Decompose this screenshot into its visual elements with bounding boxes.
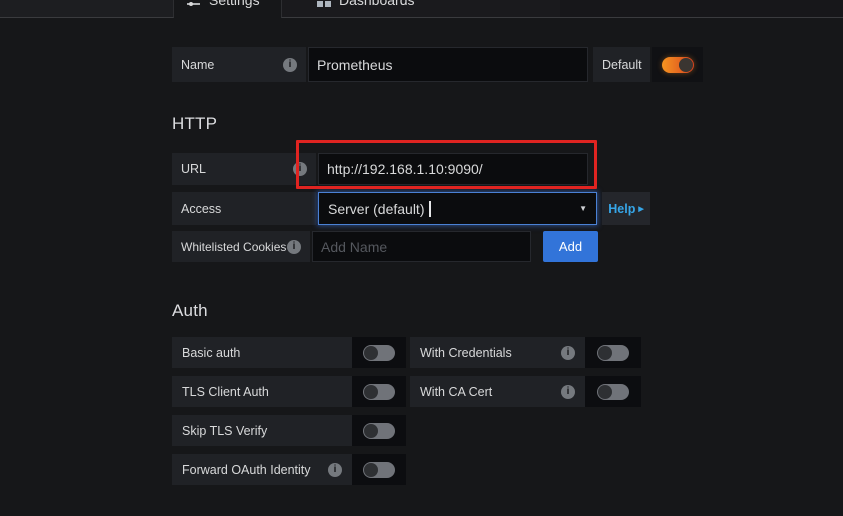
tls-client-auth-label: TLS Client Auth — [172, 376, 352, 407]
skip-tls-verify-toggle[interactable] — [352, 415, 406, 446]
access-field-label: Access — [172, 192, 316, 225]
whitelisted-cookies-input[interactable] — [312, 231, 531, 262]
http-section-heading: HTTP — [172, 114, 218, 133]
skip-tls-verify-label: Skip TLS Verify — [172, 415, 352, 446]
tab-strip-left-pad — [0, 0, 174, 18]
with-ca-cert-toggle[interactable] — [585, 376, 641, 407]
apps-icon — [317, 1, 331, 7]
name-field-label: Name i — [172, 47, 306, 82]
toggle-off-pill[interactable] — [363, 344, 395, 361]
toggle-knob — [598, 384, 612, 399]
with-ca-cert-label: With CA Cert i — [410, 376, 585, 407]
tab-settings-label: Settings — [209, 0, 260, 8]
chevron-down-icon: ▼ — [579, 204, 587, 213]
info-icon[interactable]: i — [293, 162, 307, 176]
default-toggle[interactable] — [652, 47, 703, 82]
sliders-icon — [187, 1, 200, 6]
tab-dashboards-label: Dashboards — [339, 0, 415, 8]
toggle-knob — [364, 384, 378, 399]
tab-settings[interactable]: Settings — [174, 0, 281, 18]
toggle-off-pill[interactable] — [597, 383, 629, 400]
info-icon[interactable]: i — [328, 462, 342, 477]
url-field-label: URL i — [172, 153, 316, 185]
default-label: Default — [593, 47, 650, 82]
name-input[interactable] — [308, 47, 588, 82]
access-select[interactable]: Server (default) ▼ — [318, 192, 597, 225]
info-icon[interactable]: i — [561, 345, 575, 360]
tab-dashboards[interactable]: Dashboards — [281, 0, 560, 18]
toggle-knob — [364, 423, 378, 438]
toggle-knob — [678, 57, 693, 72]
access-select-value: Server (default) — [328, 200, 425, 217]
with-credentials-label: With Credentials i — [410, 337, 585, 368]
info-icon[interactable]: i — [283, 57, 297, 72]
toggle-knob — [364, 462, 378, 477]
toggle-off-pill[interactable] — [363, 422, 395, 439]
toggle-off-pill[interactable] — [597, 344, 629, 361]
toggle-off-pill[interactable] — [363, 383, 395, 400]
basic-auth-label: Basic auth — [172, 337, 352, 368]
forward-oauth-identity-label: Forward OAuth Identity i — [172, 454, 352, 485]
toggle-knob — [364, 345, 378, 360]
tab-strip-right-pad — [560, 0, 843, 18]
grafana-datasource-settings-page: Settings Dashboards Name i Default HTTP … — [0, 0, 843, 516]
info-icon[interactable]: i — [287, 239, 301, 254]
info-icon[interactable]: i — [561, 384, 575, 399]
url-input[interactable] — [318, 153, 588, 185]
toggle-knob — [598, 345, 612, 360]
help-button[interactable]: Help ▶ — [602, 192, 650, 225]
tls-client-auth-toggle[interactable] — [352, 376, 406, 407]
help-arrow-icon: ▶ — [638, 206, 644, 213]
toggle-off-pill[interactable] — [363, 461, 395, 478]
add-button[interactable]: Add — [543, 231, 598, 262]
with-credentials-toggle[interactable] — [585, 337, 641, 368]
auth-section-heading: Auth — [172, 301, 208, 320]
toggle-on-pill[interactable] — [661, 56, 694, 73]
forward-oauth-identity-toggle[interactable] — [352, 454, 406, 485]
text-cursor — [429, 200, 431, 217]
whitelisted-cookies-label: Whitelisted Cookies i — [172, 231, 310, 262]
basic-auth-toggle[interactable] — [352, 337, 406, 368]
